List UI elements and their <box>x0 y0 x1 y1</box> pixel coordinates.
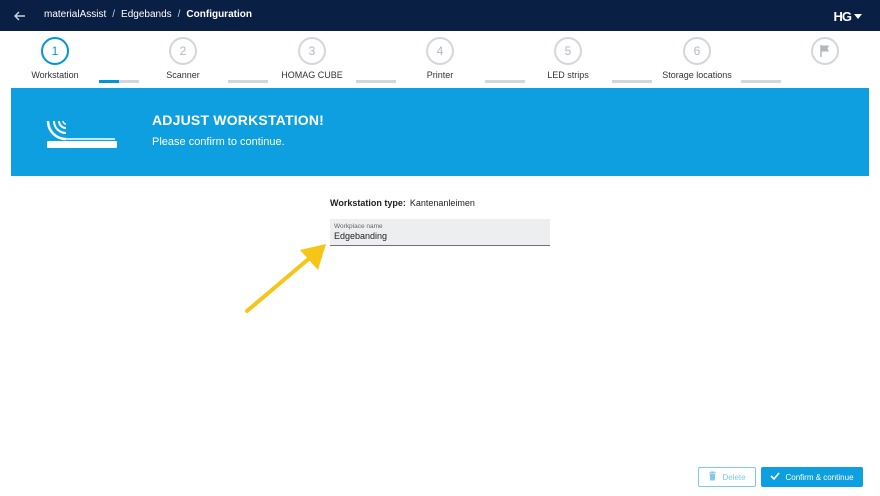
breadcrumb-item-edgebands[interactable]: Edgebands <box>121 9 172 20</box>
info-banner: ADJUST WORKSTATION! Please confirm to co… <box>11 88 869 176</box>
step-number-circle: 2 <box>169 37 197 65</box>
step-label: Workstation <box>31 70 79 80</box>
workplace-name-input[interactable]: Workplace name Edgebanding <box>330 219 550 246</box>
account-menu[interactable]: HG <box>833 7 862 25</box>
workplace-name-value[interactable]: Edgebanding <box>334 231 546 242</box>
confirm-button-label: Confirm & continue <box>785 472 854 482</box>
delete-button-label: Delete <box>722 472 746 482</box>
step-label: Scanner <box>166 70 200 80</box>
workplace-name-label: Workplace name <box>334 223 383 230</box>
back-arrow-icon[interactable] <box>10 6 30 26</box>
step-number-circle: 4 <box>426 37 454 65</box>
banner-subtitle: Please confirm to continue. <box>152 136 285 148</box>
step-number-circle: 1 <box>41 37 69 65</box>
banner-title: ADJUST WORKSTATION! <box>152 112 325 128</box>
workstation-type-label: Workstation type: <box>330 198 406 208</box>
workstation-type-row: Workstation type: Kantenanleimen <box>330 198 550 210</box>
breadcrumb-item-configuration: Configuration <box>186 9 252 20</box>
flag-icon <box>811 37 839 65</box>
step-label: LED strips <box>547 70 589 80</box>
step-led-strips[interactable]: 5 LED strips <box>518 37 618 80</box>
homag-logo: HG <box>833 8 852 24</box>
step-label: Printer <box>426 70 454 80</box>
step-progress-fill <box>99 80 119 83</box>
delete-button[interactable]: Delete <box>698 467 756 487</box>
confirm-continue-button[interactable]: Confirm & continue <box>761 467 863 487</box>
step-storage-locations[interactable]: 6 Storage locations <box>647 37 747 80</box>
workstation-type-value: Kantenanleimen <box>409 198 475 208</box>
check-icon <box>770 472 781 482</box>
step-number-circle: 3 <box>298 37 326 65</box>
breadcrumb-item-materialassist[interactable]: materialAssist <box>44 9 106 20</box>
step-connector <box>741 80 781 83</box>
step-connector <box>356 80 396 83</box>
step-number-circle: 5 <box>554 37 582 65</box>
step-connector <box>228 80 268 83</box>
workstation-form: Workstation type: Kantenanleimen Workplac… <box>330 198 550 246</box>
step-connector <box>612 80 652 83</box>
caret-down-icon <box>854 13 862 19</box>
step-number-circle: 6 <box>683 37 711 65</box>
step-label: Storage locations <box>662 70 732 80</box>
edgeband-roll-icon <box>45 111 119 151</box>
step-scanner[interactable]: 2 Scanner <box>133 37 233 80</box>
step-label: HOMAG CUBE <box>281 70 343 80</box>
setup-stepper: 1 Workstation 2 Scanner 3 HOMAG CUBE 4 P… <box>0 31 880 88</box>
step-workstation[interactable]: 1 Workstation <box>5 37 105 80</box>
step-connector <box>485 80 525 83</box>
step-finish[interactable] <box>775 37 875 65</box>
breadcrumb-separator: / <box>112 9 116 20</box>
step-connector <box>99 80 139 83</box>
trash-icon <box>708 471 717 483</box>
step-homag-cube[interactable]: 3 HOMAG CUBE <box>262 37 362 80</box>
breadcrumb-separator: / <box>177 9 181 20</box>
top-app-bar: materialAssist / Edgebands / Configuration H… <box>0 0 880 31</box>
step-printer[interactable]: 4 Printer <box>390 37 490 80</box>
annotation-arrow <box>240 236 334 318</box>
breadcrumb: materialAssist / Edgebands / Configuration <box>44 9 252 20</box>
